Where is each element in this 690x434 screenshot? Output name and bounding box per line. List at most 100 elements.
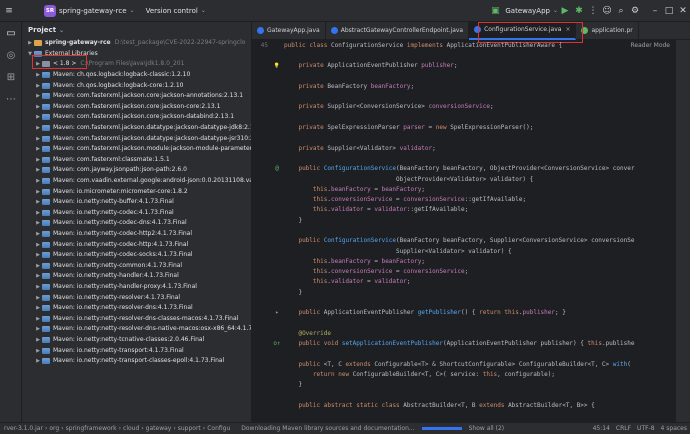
editor-tab[interactable]: AbstractGatewayControllerEndpoint.java [326, 21, 470, 40]
tree-item[interactable]: ▶ Maven: io.netty:netty-handler:4.1.73.Fi… [22, 271, 251, 282]
code-line[interactable] [252, 225, 690, 235]
code-line[interactable]: this.conversionService = conversionServi… [252, 194, 690, 204]
folder-icon[interactable]: ▭ [0, 22, 22, 44]
tree-item[interactable]: ▶ Maven: ch.qos.logback:logback-classic:1… [22, 70, 251, 81]
code-line[interactable]: } [252, 287, 690, 297]
chevron-right-icon[interactable]: ▶ [34, 165, 42, 175]
chevron-right-icon[interactable]: ▶ [34, 324, 42, 334]
tree-item[interactable]: ▶ Maven: com.fasterxml.jackson.datatype:j… [22, 133, 251, 144]
project-panel-header[interactable]: Project ⌄ [22, 22, 251, 38]
code-line[interactable]: } [252, 380, 690, 390]
editor-tab[interactable]: ConfigurationService.java × [469, 21, 577, 40]
chevron-right-icon[interactable]: ▶ [34, 81, 42, 91]
more-icon[interactable]: ⋮ [586, 4, 600, 18]
tree-item[interactable]: ▶ < 1.8 > C:\Program Files\Java\jdk1.8.0_2… [22, 59, 251, 70]
version-control[interactable]: Version control [143, 7, 201, 15]
tree-item[interactable]: ▶ Maven: com.fasterxml.jackson.core:jacks… [22, 112, 251, 123]
breadcrumb-item[interactable]: rver-3.1.0.jar [3, 425, 44, 432]
editor-tab[interactable]: GatewayApp.java [252, 21, 326, 40]
tree-item[interactable]: ▶ Maven: io.netty:netty-resolver:4.1.73.F… [22, 292, 251, 303]
commit-icon[interactable]: ◎ [0, 44, 22, 66]
code-line[interactable]: public ConfigurationService(BeanFactory … [252, 236, 690, 246]
tree-item[interactable]: ▶ Maven: io.netty:netty-transport:4.1.73.… [22, 345, 251, 356]
chevron-right-icon[interactable]: ▶ [34, 59, 42, 69]
code-line[interactable]: 💡 private ApplicationEventPublisher publ… [252, 61, 690, 71]
tree-item[interactable]: ▶ Maven: io.netty:netty-resolver-dns:4.1.… [22, 303, 251, 314]
code-line[interactable]: private Supplier<Validator> validator; [252, 143, 690, 153]
code-line[interactable]: o↑ public void setApplicationEventPublis… [252, 339, 690, 349]
code-line[interactable]: public <T, C extends Configurable<T> & S… [252, 359, 690, 369]
tree-item[interactable]: ▶ Maven: ch.qos.logback:logback-core:1.2.… [22, 80, 251, 91]
chevron-right-icon[interactable]: ▶ [34, 240, 42, 250]
chevron-right-icon[interactable]: ▶ [34, 346, 42, 356]
code-area[interactable]: 45 public class ConfigurationService impl… [252, 40, 690, 422]
code-line[interactable]: private Supplier<ConversionService> conv… [252, 102, 690, 112]
breadcrumb-item[interactable]: gateway [145, 425, 173, 432]
code-line[interactable]: public abstract static class AbstractBui… [252, 400, 690, 410]
tree-item[interactable]: ▶ Maven: io.netty:netty-buffer:4.1.73.Fin… [22, 197, 251, 208]
tree-item[interactable]: ▶ Maven: io.netty:netty-common:4.1.73.Fin… [22, 260, 251, 271]
chevron-right-icon[interactable]: ▶ [34, 293, 42, 303]
tree-item[interactable]: ▶ Maven: io.netty:netty-tcnative-classes:… [22, 335, 251, 346]
code-line[interactable]: this.validator = validator::getIfAvailab… [252, 205, 690, 215]
structure-icon[interactable]: ⊞ [0, 66, 22, 88]
chevron-right-icon[interactable]: ▶ [34, 102, 42, 112]
tree-item[interactable]: ▶ Maven: io.netty:netty-transport-classes… [22, 356, 251, 367]
tree-item[interactable]: ▶ Maven: io.netty:netty-codec-http:4.1.73… [22, 239, 251, 250]
tree-item[interactable]: ▶ Maven: com.jayway.jsonpath:json-path:2.… [22, 165, 251, 176]
chevron-right-icon[interactable]: ▶ [34, 187, 42, 197]
code-line[interactable] [252, 133, 690, 143]
chevron-right-icon[interactable]: ▶ [34, 261, 42, 271]
code-line[interactable] [252, 390, 690, 400]
chevron-down-icon[interactable]: ⌄ [130, 7, 135, 14]
chevron-right-icon[interactable]: ▶ [34, 218, 42, 228]
code-line[interactable] [252, 91, 690, 101]
chevron-right-icon[interactable]: ▶ [34, 229, 42, 239]
code-line[interactable]: } [252, 215, 690, 225]
chevron-right-icon[interactable]: ▶ [34, 271, 42, 281]
chevron-down-icon[interactable]: ⌄ [59, 27, 64, 34]
chevron-right-icon[interactable]: ▶ [34, 208, 42, 218]
reader-mode[interactable]: Reader Mode [631, 42, 671, 49]
code-line[interactable] [252, 318, 690, 328]
breadcrumb-item[interactable]: cloud [122, 425, 140, 432]
chevron-right-icon[interactable]: ▶ [34, 134, 42, 144]
tree-item[interactable]: ▶ Maven: io.netty:netty-resolver-dns-nati… [22, 324, 251, 335]
chevron-down-icon[interactable]: ▼ [26, 49, 34, 59]
breadcrumb[interactable]: rver-3.1.0.jar › org › springframework › cloud… [0, 425, 234, 432]
tree-item[interactable]: ▶ spring-gateway-rce D:\test_package\CVE-2… [22, 38, 251, 49]
settings-icon[interactable]: ⚙ [628, 4, 642, 18]
breadcrumb-item[interactable]: org [48, 425, 60, 432]
tree-item[interactable]: ▶ Maven: io.micrometer:micrometer-core:1.… [22, 186, 251, 197]
chevron-right-icon[interactable]: ▶ [34, 197, 42, 207]
tree-item[interactable]: ▶ Maven: io.netty:netty-codec-socks:4.1.7… [22, 250, 251, 261]
code-line[interactable] [252, 153, 690, 163]
breadcrumb-item[interactable]: Configu [206, 425, 231, 432]
code-line[interactable]: 45 public class ConfigurationService impl… [252, 40, 690, 50]
tree-item[interactable]: ▶ Maven: com.fasterxml.jackson.datatype:j… [22, 123, 251, 134]
code-line[interactable]: private SpelExpressionParser parser = ne… [252, 122, 690, 132]
main-menu-icon[interactable]: ≡ [2, 4, 16, 18]
chevron-right-icon[interactable]: ▶ [34, 123, 42, 133]
code-line[interactable]: this.conversionService = conversionServi… [252, 267, 690, 277]
close-icon[interactable]: × [565, 26, 570, 33]
breadcrumb-item[interactable]: support [177, 425, 202, 432]
run-config-name[interactable]: GatewayApp [502, 7, 553, 15]
tree-item[interactable]: ▶ Maven: com.fasterxml.jackson.core:jacks… [22, 102, 251, 113]
close-icon[interactable]: ✕ [676, 4, 690, 18]
chevron-right-icon[interactable]: ▶ [34, 91, 42, 101]
project-badge[interactable]: SR [44, 4, 56, 17]
code-line[interactable] [252, 112, 690, 122]
run-icon[interactable]: ▶ [558, 4, 572, 18]
minimize-icon[interactable]: – [648, 4, 662, 18]
tree-item[interactable]: ▼ External Libraries [22, 49, 251, 60]
editor-tab[interactable]: application.pr [576, 21, 639, 40]
chevron-right-icon[interactable]: ▶ [34, 144, 42, 154]
chevron-right-icon[interactable]: ▶ [34, 155, 42, 165]
cursor-position[interactable]: 45:14 [590, 425, 613, 432]
code-line[interactable]: private BeanFactory beanFactory; [252, 81, 690, 91]
code-line[interactable]: this.validator = validator; [252, 277, 690, 287]
debug-icon[interactable]: ✱ [572, 4, 586, 18]
chevron-right-icon[interactable]: ▶ [34, 314, 42, 324]
chevron-right-icon[interactable]: ▶ [34, 112, 42, 122]
